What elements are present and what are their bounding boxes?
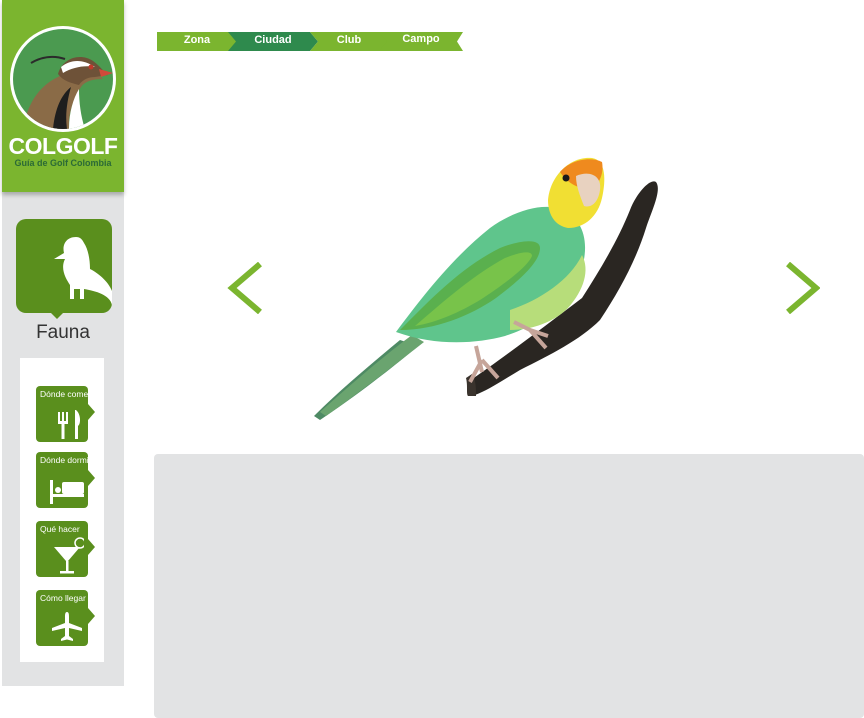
breadcrumb-item-club[interactable]: Club [310, 32, 388, 51]
section-tile-fauna[interactable] [16, 219, 112, 313]
fork-knife-icon [58, 410, 81, 439]
menu-arrow [88, 470, 95, 486]
menu-item-donde-dormir[interactable]: Dónde dormir [36, 452, 95, 508]
logo-emblem [10, 26, 116, 132]
menu-item-como-llegar[interactable]: Cómo llegar [36, 590, 95, 646]
lapwing-bird-icon [23, 55, 113, 129]
chevron-right-icon [786, 261, 821, 315]
logo-tagline: Guía de Golf Colombia [14, 158, 112, 168]
section-title: Fauna [36, 322, 90, 343]
gallery-next-button[interactable] [784, 261, 821, 315]
menu-arrow [88, 539, 95, 555]
section-tile-pointer [46, 308, 68, 319]
chevron-left-icon [227, 261, 262, 315]
bed-icon [50, 480, 84, 504]
menu-item-label: Dónde comer [40, 389, 92, 399]
airplane-icon [52, 612, 82, 641]
logo-wordmark: COLGOLF [8, 133, 118, 159]
menu-item-donde-comer[interactable]: Dónde comer [36, 386, 95, 442]
cocktail-icon [54, 537, 84, 574]
menu-item-label: Cómo llegar [40, 593, 86, 603]
breadcrumb-item-zona[interactable]: Zona [157, 32, 237, 51]
menu-panel: Dónde comer Dónde dormir Qué hacer Cómo … [20, 358, 104, 662]
menu-arrow [88, 608, 95, 624]
menu-item-que-hacer[interactable]: Qué hacer [36, 521, 95, 577]
sidebar: COLGOLF Guía de Golf Colombia Fauna Dónd… [2, 0, 124, 686]
parrot-photo [300, 150, 670, 440]
breadcrumb-label: Campo [402, 33, 440, 45]
breadcrumb-item-ciudad[interactable]: Ciudad [228, 32, 318, 51]
menu-item-label: Qué hacer [40, 524, 80, 534]
logo-banner[interactable]: COLGOLF Guía de Golf Colombia [2, 0, 124, 192]
breadcrumb-label: Zona [183, 34, 211, 46]
content-panel [154, 454, 864, 718]
menu-arrow [88, 404, 95, 420]
bird-icon [54, 237, 112, 305]
gallery-prev-button[interactable] [226, 261, 262, 315]
menu-item-label: Dónde dormir [40, 455, 92, 465]
breadcrumb-label: Club [336, 34, 362, 46]
breadcrumb-item-campo[interactable]: Campo [379, 32, 463, 51]
breadcrumb-label: Ciudad [254, 34, 292, 46]
